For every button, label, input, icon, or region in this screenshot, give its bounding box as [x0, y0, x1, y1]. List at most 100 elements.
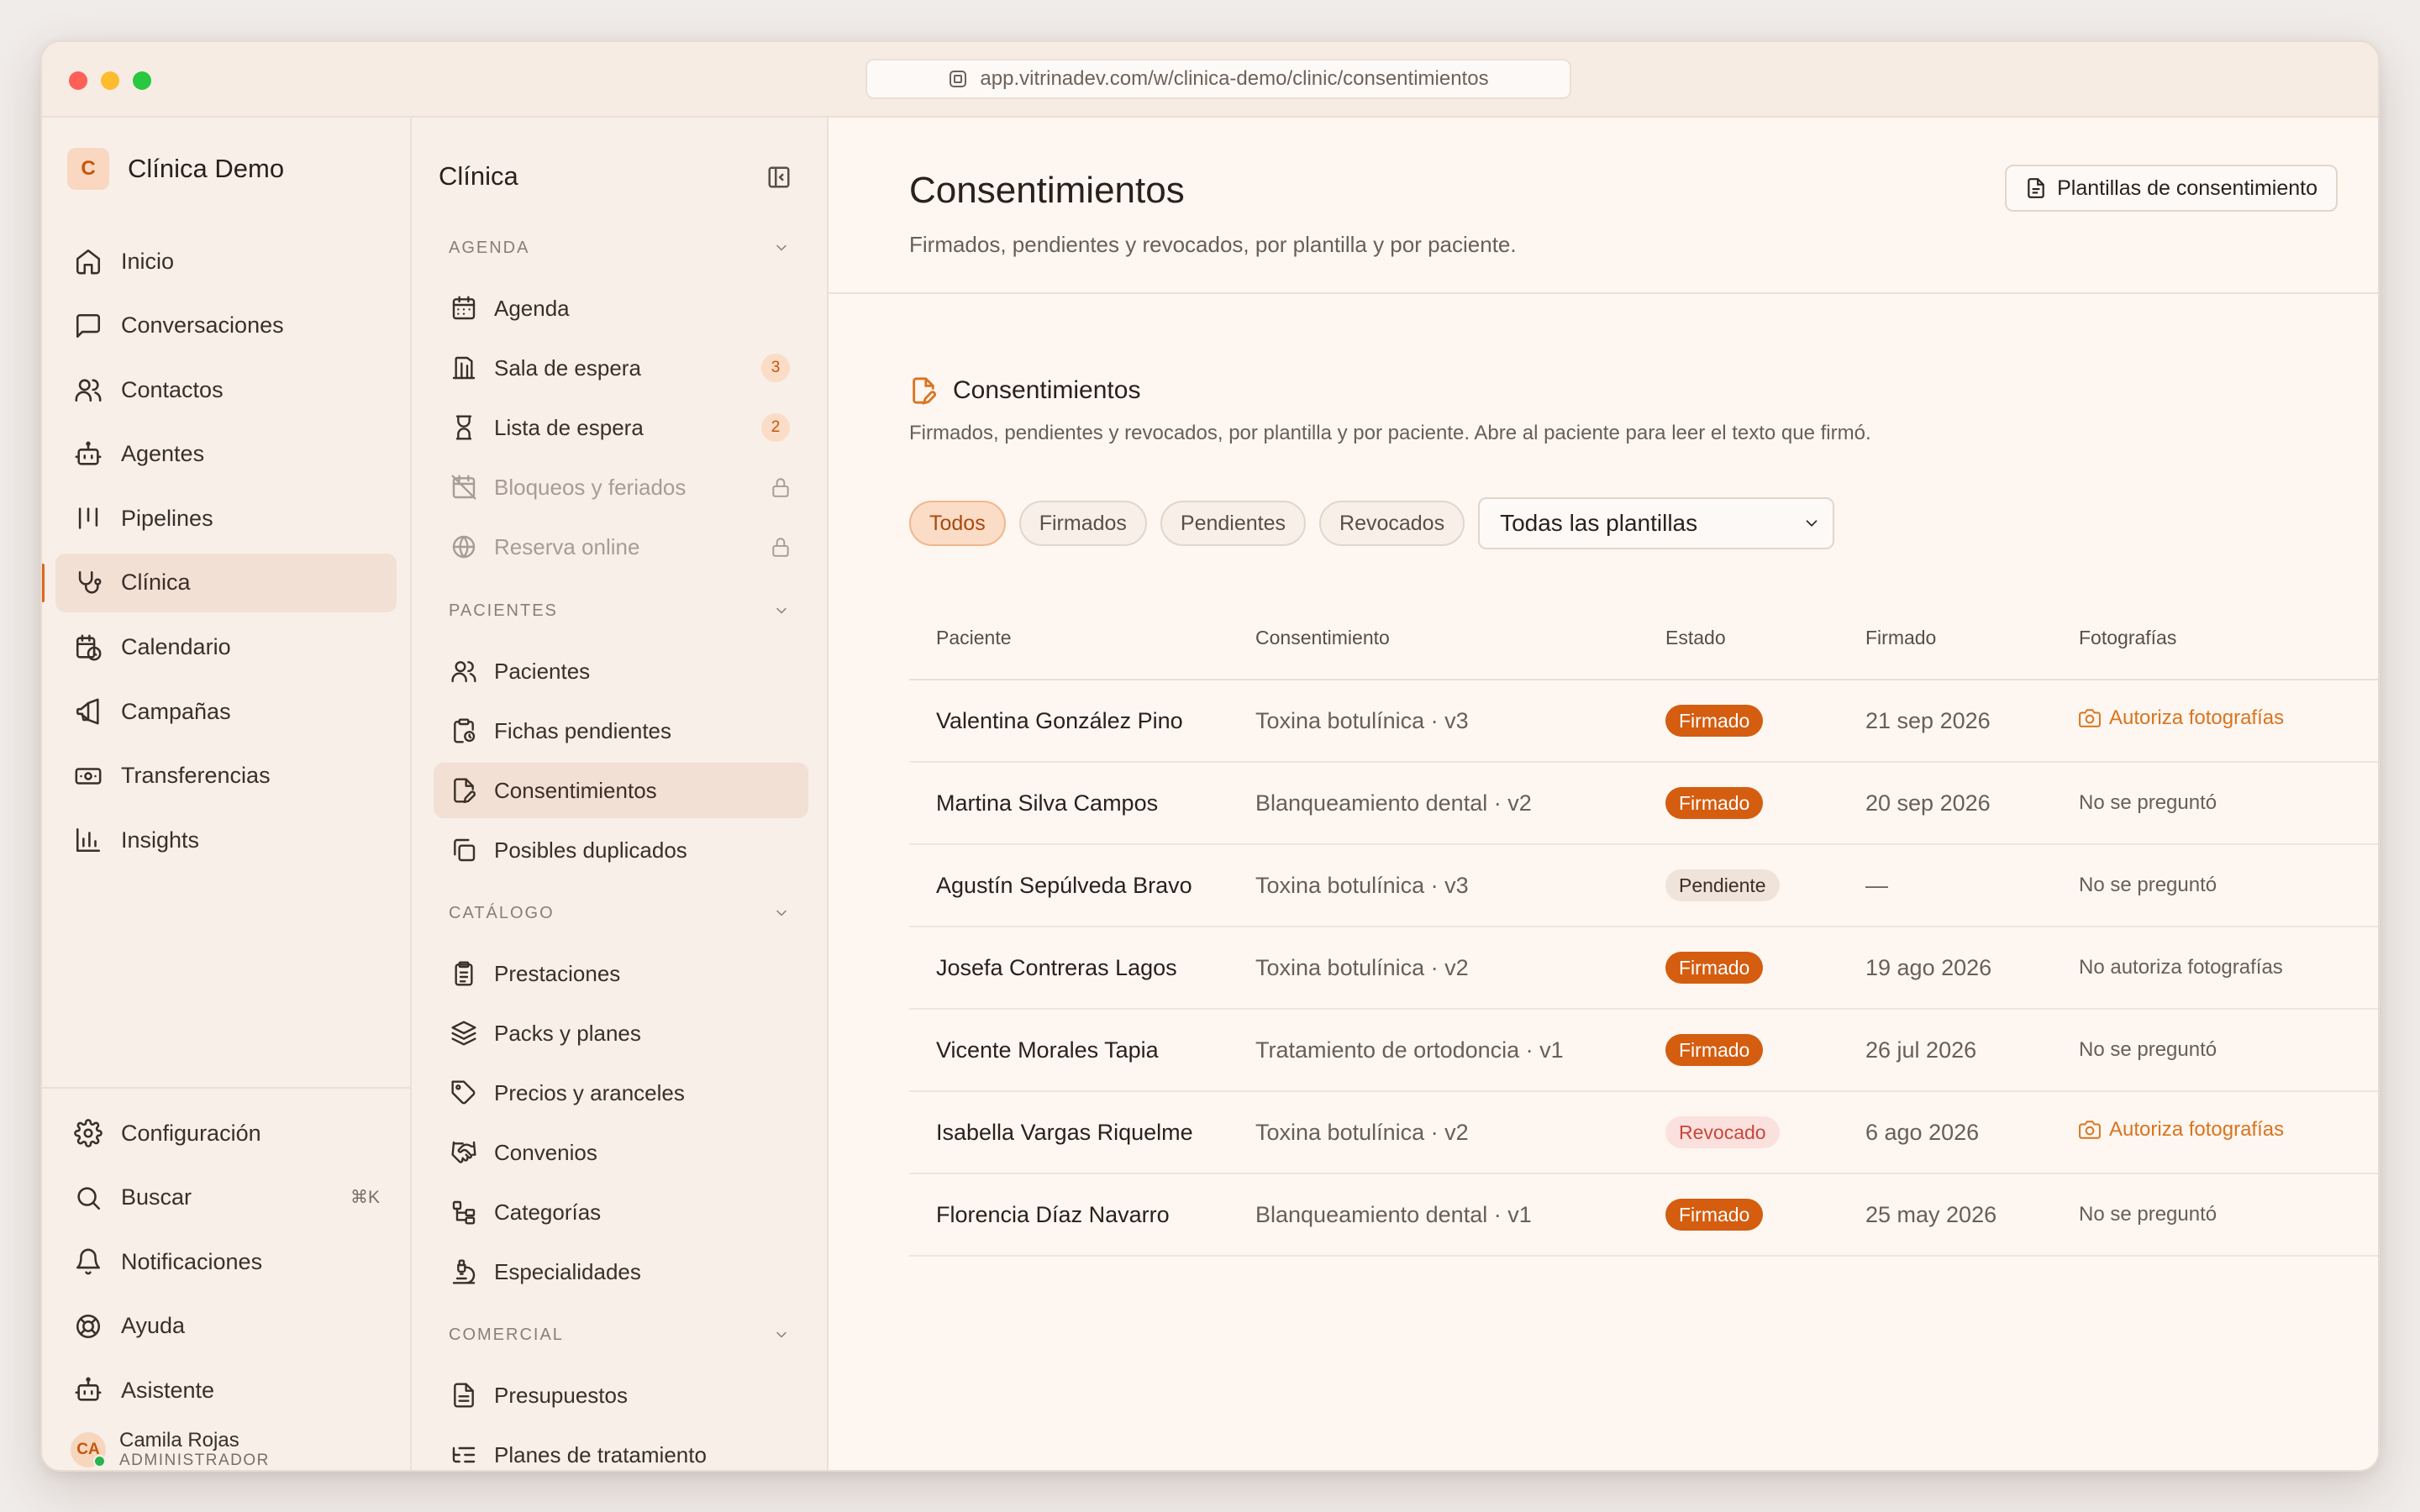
section-header-comercial[interactable]: COMERCIAL — [449, 1322, 790, 1347]
section-item-agenda[interactable]: Agenda — [434, 281, 808, 336]
nav-item-inicio[interactable]: Inicio — [55, 232, 397, 291]
nav-item-buscar[interactable]: Buscar ⌘K — [55, 1168, 397, 1227]
building-icon — [452, 356, 476, 380]
status-badge: Firmado — [1665, 1034, 1764, 1066]
nav-item-agentes[interactable]: Agentes — [55, 425, 397, 484]
photo-consent-link[interactable]: Autoriza fotografías — [2079, 706, 2284, 730]
nav-item-contactos[interactable]: Contactos — [55, 360, 397, 419]
section-item-convenios[interactable]: Convenios — [434, 1125, 808, 1180]
table-row[interactable]: Agustín Sepúlveda Bravo Toxina botulínica… — [909, 845, 2378, 927]
user-profile[interactable]: CA Camila Rojas ADMINISTRADOR — [71, 1429, 270, 1470]
nav-item-clinica[interactable]: Clínica — [42, 553, 397, 612]
filter-chip-revocados[interactable]: Revocados — [1319, 501, 1465, 546]
lock-icon — [772, 478, 789, 497]
status-cell: Firmado — [1665, 1199, 1865, 1231]
photo-consent-text: Autoriza fotografías — [2109, 1118, 2285, 1141]
minimize-window-button[interactable] — [101, 71, 119, 90]
status-badge: Revocado — [1665, 1116, 1780, 1148]
keyboard-shortcut: ⌘K — [350, 1188, 380, 1208]
section-item-sala-de-espera[interactable]: Sala de espera 3 — [434, 340, 808, 396]
nav-item-insights[interactable]: Insights — [55, 811, 397, 869]
calendar-off-icon — [451, 475, 476, 500]
calendar-clock-icon — [76, 634, 102, 661]
signed-date: 19 ago 2026 — [1865, 954, 1992, 980]
page-title: Consentimientos — [909, 170, 1185, 211]
table-row[interactable]: Valentina González Pino Toxina botulínica… — [909, 680, 2378, 763]
template-select[interactable]: Todas las plantillas — [1478, 497, 1835, 549]
chat-icon — [76, 313, 101, 338]
status-cell: Revocado — [1665, 1116, 1865, 1148]
megaphone-icon — [76, 698, 99, 725]
section-item-posibles-duplicados[interactable]: Posibles duplicados — [434, 822, 808, 878]
address-bar[interactable]: app.vitrinadev.com/w/clinica-demo/clinic… — [865, 59, 1571, 99]
photos-cell: No autoriza fotografías — [2079, 956, 2378, 979]
consent-templates-button[interactable]: Plantillas de consentimiento — [2005, 165, 2338, 212]
collapse-sidebar-icon[interactable] — [766, 165, 792, 190]
nav-item-ayuda[interactable]: Ayuda — [55, 1297, 397, 1356]
table-row[interactable]: Martina Silva Campos Blanqueamiento denta… — [909, 763, 2378, 845]
workspace-brand[interactable]: C Clínica Demo — [67, 148, 284, 190]
filter-chip-todos[interactable]: Todos — [909, 501, 1006, 546]
section-item-consentimientos[interactable]: Consentimientos — [434, 763, 808, 818]
section-item-lista-de-espera[interactable]: Lista de espera 2 — [434, 400, 808, 455]
nav-item-configuracion[interactable]: Configuración — [55, 1104, 397, 1163]
nav-item-campanas[interactable]: Campañas — [55, 682, 397, 741]
section-header-catalogo[interactable]: CATÁLOGO — [449, 900, 790, 926]
section-item-prestaciones[interactable]: Prestaciones — [434, 946, 808, 1001]
patient-name: Florencia Díaz Navarro — [936, 1201, 1170, 1227]
section-header-pacientes[interactable]: PACIENTES — [449, 598, 790, 623]
status-cell: Pendiente — [1665, 869, 1865, 901]
section-item-label: Agenda — [494, 295, 570, 321]
section-item-reserva-online[interactable]: Reserva online — [434, 519, 808, 575]
column-header-fotografias[interactable]: Fotografías — [2079, 627, 2378, 649]
section-item-precios-y-aranceles[interactable]: Precios y aranceles — [434, 1065, 808, 1121]
camera-icon — [2079, 1121, 2101, 1139]
browser-window: app.vitrinadev.com/w/clinica-demo/clinic… — [40, 40, 2380, 1472]
section-item-planes-de-tratamiento[interactable]: Planes de tratamiento — [434, 1427, 808, 1470]
consent-name: Toxina botulínica · v3 — [1255, 707, 1469, 733]
section-item-label: Fichas pendientes — [494, 717, 672, 743]
table-row[interactable]: Josefa Contreras Lagos Toxina botulínica … — [909, 927, 2378, 1010]
photo-consent-link[interactable]: Autoriza fotografías — [2079, 1118, 2284, 1142]
column-header-consentimiento[interactable]: Consentimiento — [1255, 627, 1665, 649]
column-header-paciente[interactable]: Paciente — [909, 627, 1255, 649]
section-title: Clínica — [439, 161, 518, 191]
table-row[interactable]: Florencia Díaz Navarro Blanqueamiento den… — [909, 1174, 2378, 1257]
section-header-agenda[interactable]: AGENDA — [449, 235, 790, 260]
nav-item-conversaciones[interactable]: Conversaciones — [55, 297, 397, 355]
status-badge: Pendiente — [1665, 869, 1780, 901]
photo-consent-text: No se preguntó — [2079, 1203, 2217, 1226]
file-pen-icon — [913, 377, 936, 405]
lock-icon — [772, 538, 789, 557]
table-row[interactable]: Vicente Morales Tapia Tratamiento de orto… — [909, 1010, 2378, 1092]
table-row[interactable]: Isabella Vargas Riquelme Toxina botulínic… — [909, 1092, 2378, 1174]
template-select-value: Todas las plantillas — [1500, 510, 1698, 536]
section-item-label: Presupuestos — [494, 1382, 628, 1408]
section-item-pacientes[interactable]: Pacientes — [434, 643, 808, 699]
close-window-button[interactable] — [69, 71, 87, 90]
section-item-bloqueos-y-feriados[interactable]: Bloqueos y feriados — [434, 459, 808, 515]
home-icon — [76, 249, 101, 275]
nav-item-pipelines[interactable]: Pipelines — [55, 489, 397, 548]
nav-item-asistente[interactable]: Asistente — [55, 1361, 397, 1420]
section-item-especialidades[interactable]: Especialidades — [434, 1244, 808, 1299]
section-header-label: COMERCIAL — [449, 1325, 564, 1344]
section-item-packs-y-planes[interactable]: Packs y planes — [434, 1005, 808, 1061]
patient-name: Josefa Contreras Lagos — [936, 954, 1177, 980]
consent-name: Toxina botulínica · v3 — [1255, 872, 1469, 898]
maximize-window-button[interactable] — [133, 71, 151, 90]
section-item-categorias[interactable]: Categorías — [434, 1184, 808, 1240]
nav-item-label: Campañas — [121, 698, 231, 724]
section-header-label: PACIENTES — [449, 601, 558, 620]
table-body: Valentina González Pino Toxina botulínica… — [909, 680, 2378, 1257]
section-item-fichas-pendientes[interactable]: Fichas pendientes — [434, 703, 808, 759]
card-title-text: Consentimientos — [953, 376, 1141, 404]
nav-item-transferencias[interactable]: Transferencias — [55, 747, 397, 806]
section-item-presupuestos[interactable]: Presupuestos — [434, 1368, 808, 1423]
nav-item-notificaciones[interactable]: Notificaciones — [55, 1232, 397, 1291]
filter-chip-firmados[interactable]: Firmados — [1018, 501, 1147, 546]
nav-item-calendario[interactable]: Calendario — [55, 618, 397, 677]
column-header-firmado[interactable]: Firmado — [1865, 627, 2079, 649]
filter-chip-pendientes[interactable]: Pendientes — [1160, 501, 1307, 546]
column-header-estado[interactable]: Estado — [1665, 627, 1865, 649]
